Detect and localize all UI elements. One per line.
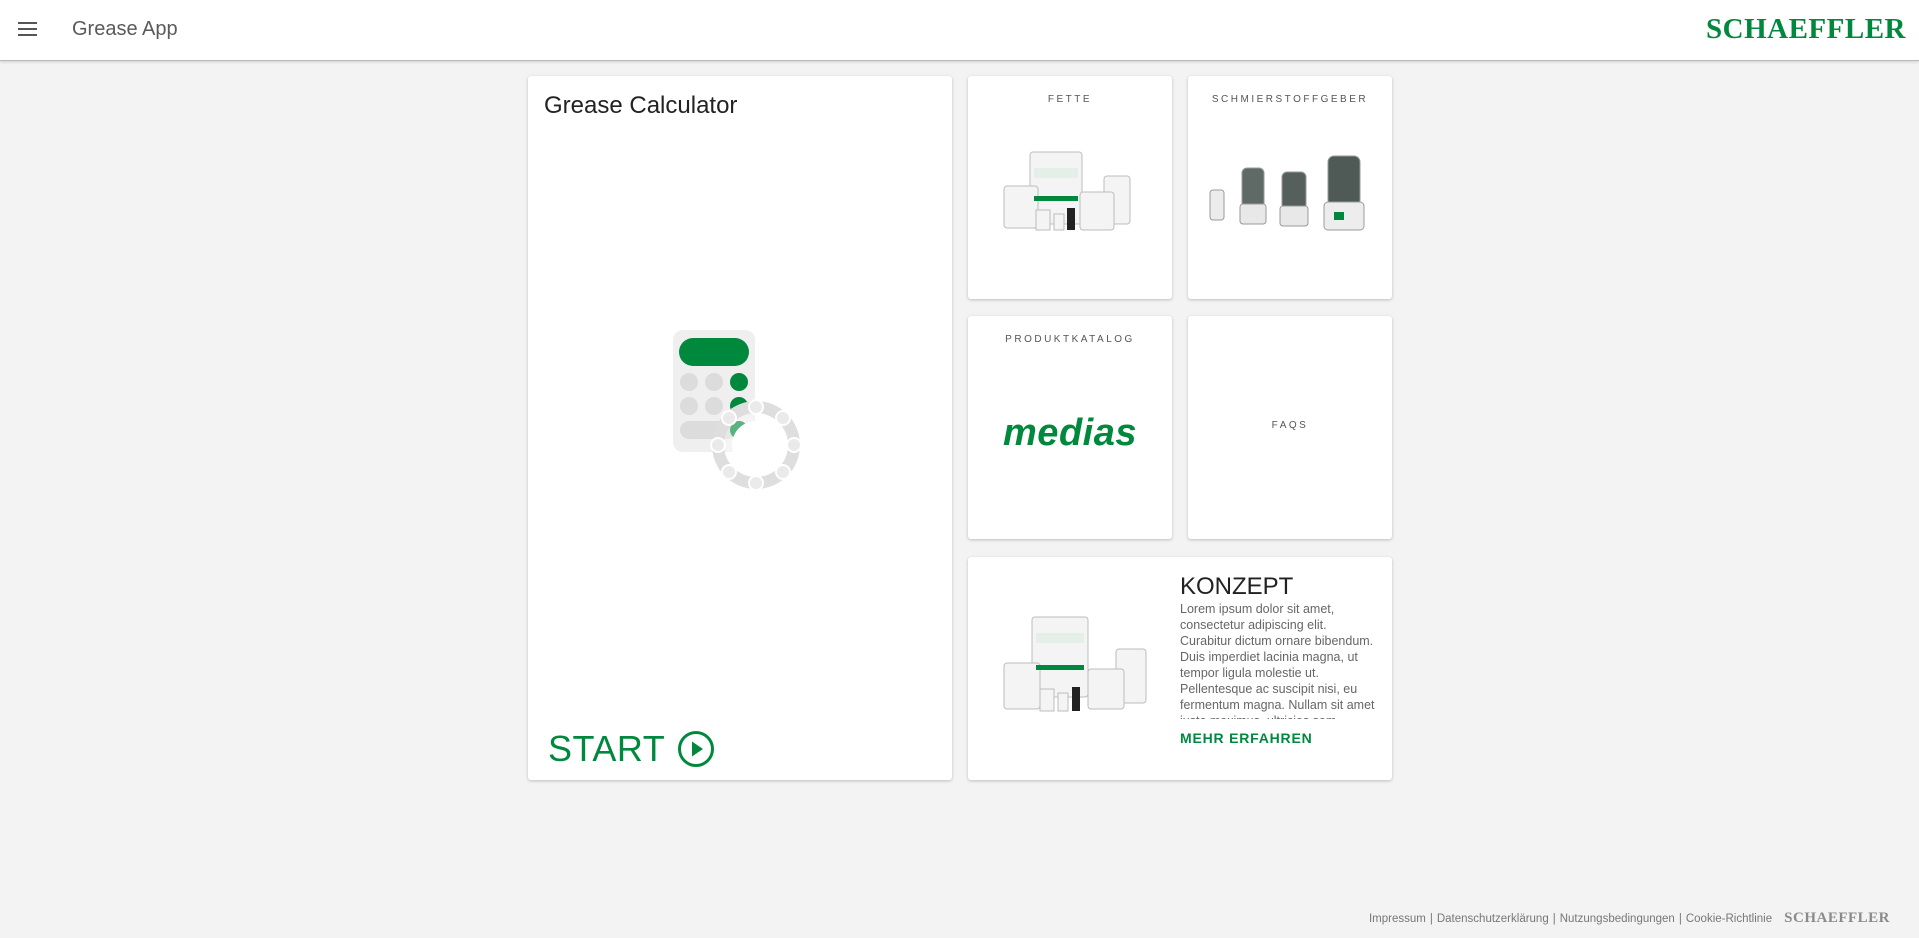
tile-produktkatalog[interactable]: PRODUKTKATALOG medias bbox=[968, 316, 1172, 539]
tile-label: FAQS bbox=[1271, 420, 1309, 431]
footer-link-cookie-richtlinie[interactable]: Cookie-Richtlinie bbox=[1686, 913, 1772, 925]
start-label: START bbox=[548, 728, 666, 769]
top-app-bar: Grease App SCHAEFFLER bbox=[0, 0, 1919, 61]
schaeffler-logo[interactable]: SCHAEFFLER bbox=[1706, 13, 1906, 46]
konzept-description: Lorem ipsum dolor sit amet, consectetur … bbox=[1180, 602, 1375, 719]
lubricators-image bbox=[1209, 155, 1365, 231]
tile-faqs[interactable]: FAQS bbox=[1188, 316, 1392, 539]
tile-schmierstoffgeber[interactable]: SCHMIERSTOFFGEBER bbox=[1188, 76, 1392, 299]
start-button[interactable]: START bbox=[548, 728, 715, 770]
tile-fette[interactable]: FETTE bbox=[968, 76, 1172, 299]
grease-buckets-image bbox=[1003, 151, 1131, 231]
footer-link-impressum[interactable]: Impressum bbox=[1369, 913, 1426, 925]
hamburger-menu-icon[interactable] bbox=[16, 18, 40, 42]
app-title: Grease App bbox=[72, 18, 178, 40]
card-title: Grease Calculator bbox=[544, 92, 738, 119]
tile-label: FETTE bbox=[1047, 94, 1093, 105]
footer-link-nutzungsbedingungen[interactable]: Nutzungsbedingungen bbox=[1560, 913, 1675, 925]
tile-label: PRODUKTKATALOG bbox=[1005, 334, 1135, 345]
footer-separator: | bbox=[1678, 912, 1682, 925]
konzept-title: KONZEPT bbox=[1180, 573, 1294, 600]
footer-schaeffler-logo: SCHAEFFLER bbox=[1784, 910, 1890, 926]
footer-separator: | bbox=[1552, 912, 1556, 925]
grease-calculator-card[interactable]: Grease Calculator START bbox=[528, 76, 952, 780]
medias-logo: medias bbox=[1003, 412, 1137, 454]
tile-label: SCHMIERSTOFFGEBER bbox=[1211, 94, 1369, 105]
play-circle-icon bbox=[678, 731, 715, 767]
footer: Impressum | Datenschutzerklärung | Nutzu… bbox=[1369, 910, 1890, 927]
grease-buckets-image bbox=[1003, 616, 1147, 712]
mehr-erfahren-link[interactable]: MEHR ERFAHREN bbox=[1180, 730, 1313, 746]
footer-link-datenschutz[interactable]: Datenschutzerklärung bbox=[1437, 913, 1549, 925]
calculator-bearing-icon bbox=[673, 330, 802, 491]
footer-separator: | bbox=[1429, 912, 1433, 925]
konzept-card: KONZEPT Lorem ipsum dolor sit amet, cons… bbox=[968, 557, 1392, 780]
